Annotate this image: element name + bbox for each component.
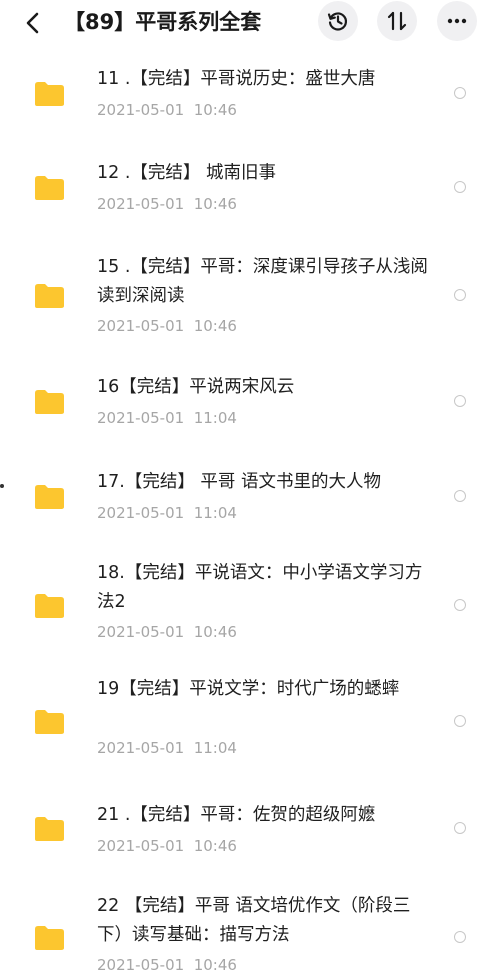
file-name: 17.【完结】 平哥 语文书里的大人物 [97, 472, 381, 492]
folder-icon [35, 817, 64, 841]
folder-icon [35, 926, 64, 950]
sort-icon [387, 11, 407, 31]
select-radio[interactable] [454, 87, 466, 99]
page-title: 【89】平哥系列全套 [64, 10, 262, 34]
more-button[interactable] [437, 1, 477, 41]
folder-icon [35, 176, 64, 200]
history-icon [327, 12, 347, 31]
file-date: 2021-05-01 11:04 [97, 409, 237, 427]
select-radio[interactable] [454, 715, 466, 727]
top-bar: 【89】平哥系列全套 [0, 0, 500, 44]
list-item[interactable]: 12 .【完结】 城南旧事 2021-05-01 10:46 [0, 138, 500, 232]
list-item[interactable]: 22 【完结】平哥 语文培优作文（阶段三下）读写基础：描写方法 2021-05-… [0, 877, 500, 977]
select-radio[interactable] [454, 181, 466, 193]
folder-icon [35, 284, 64, 308]
list-item[interactable]: 19【完结】平说文学：时代广场的蟋蟀 2021-05-01 11:04 [0, 665, 500, 772]
list-item[interactable]: 15 .【完结】平哥：深度课引导孩子从浅阅读到深阅读 2021-05-01 10… [0, 232, 500, 354]
select-radio[interactable] [454, 599, 466, 611]
file-date: 2021-05-01 10:46 [97, 623, 237, 641]
file-name: 21 .【完结】平哥：佐贺的超级阿嬷 [97, 805, 376, 825]
file-name: 19【完结】平说文学：时代广场的蟋蟀 [97, 679, 400, 699]
file-name: 15 .【完结】平哥：深度课引导孩子从浅阅读到深阅读 [97, 257, 428, 306]
history-button[interactable] [318, 1, 358, 41]
select-radio[interactable] [454, 822, 466, 834]
file-date: 2021-05-01 10:46 [97, 317, 237, 335]
file-name: 16【完结】平说两宋风云 [97, 377, 295, 397]
file-date: 2021-05-01 10:46 [97, 837, 237, 855]
list-item[interactable]: 18.【完结】平说语文：中小学语文学习方法2 2021-05-01 10:46 [0, 543, 500, 665]
select-radio[interactable] [454, 931, 466, 943]
folder-icon [35, 485, 64, 509]
file-date: 2021-05-01 10:46 [97, 956, 237, 974]
list-item[interactable]: 16【完结】平说两宋风云 2021-05-01 11:04 [0, 354, 500, 446]
folder-icon [35, 82, 64, 106]
more-icon [447, 18, 467, 24]
file-name: 22 【完结】平哥 语文培优作文（阶段三下）读写基础：描写方法 [97, 896, 411, 945]
file-date: 2021-05-01 11:04 [97, 739, 237, 757]
file-name: 18.【完结】平说语文：中小学语文学习方法2 [97, 563, 423, 612]
select-radio[interactable] [454, 490, 466, 502]
chevron-left-icon [26, 12, 39, 34]
file-date: 2021-05-01 10:46 [97, 101, 237, 119]
file-name: 12 .【完结】 城南旧事 [97, 163, 276, 183]
select-radio[interactable] [454, 395, 466, 407]
list-item[interactable]: 21 .【完结】平哥：佐贺的超级阿嬷 2021-05-01 10:46 [0, 772, 500, 877]
file-date: 2021-05-01 11:04 [97, 504, 237, 522]
file-name: 11 .【完结】平哥说历史：盛世大唐 [97, 69, 376, 89]
back-button[interactable] [18, 8, 48, 38]
file-list: 11 .【完结】平哥说历史：盛世大唐 2021-05-01 10:46 12 .… [0, 44, 500, 977]
sort-button[interactable] [377, 1, 417, 41]
folder-icon [35, 390, 64, 414]
file-date: 2021-05-01 10:46 [97, 195, 237, 213]
folder-icon [35, 594, 64, 618]
list-item[interactable]: 11 .【完结】平哥说历史：盛世大唐 2021-05-01 10:46 [0, 44, 500, 138]
folder-icon [35, 710, 64, 734]
list-item[interactable]: 17.【完结】 平哥 语文书里的大人物 2021-05-01 11:04 [0, 446, 500, 543]
select-radio[interactable] [454, 289, 466, 301]
